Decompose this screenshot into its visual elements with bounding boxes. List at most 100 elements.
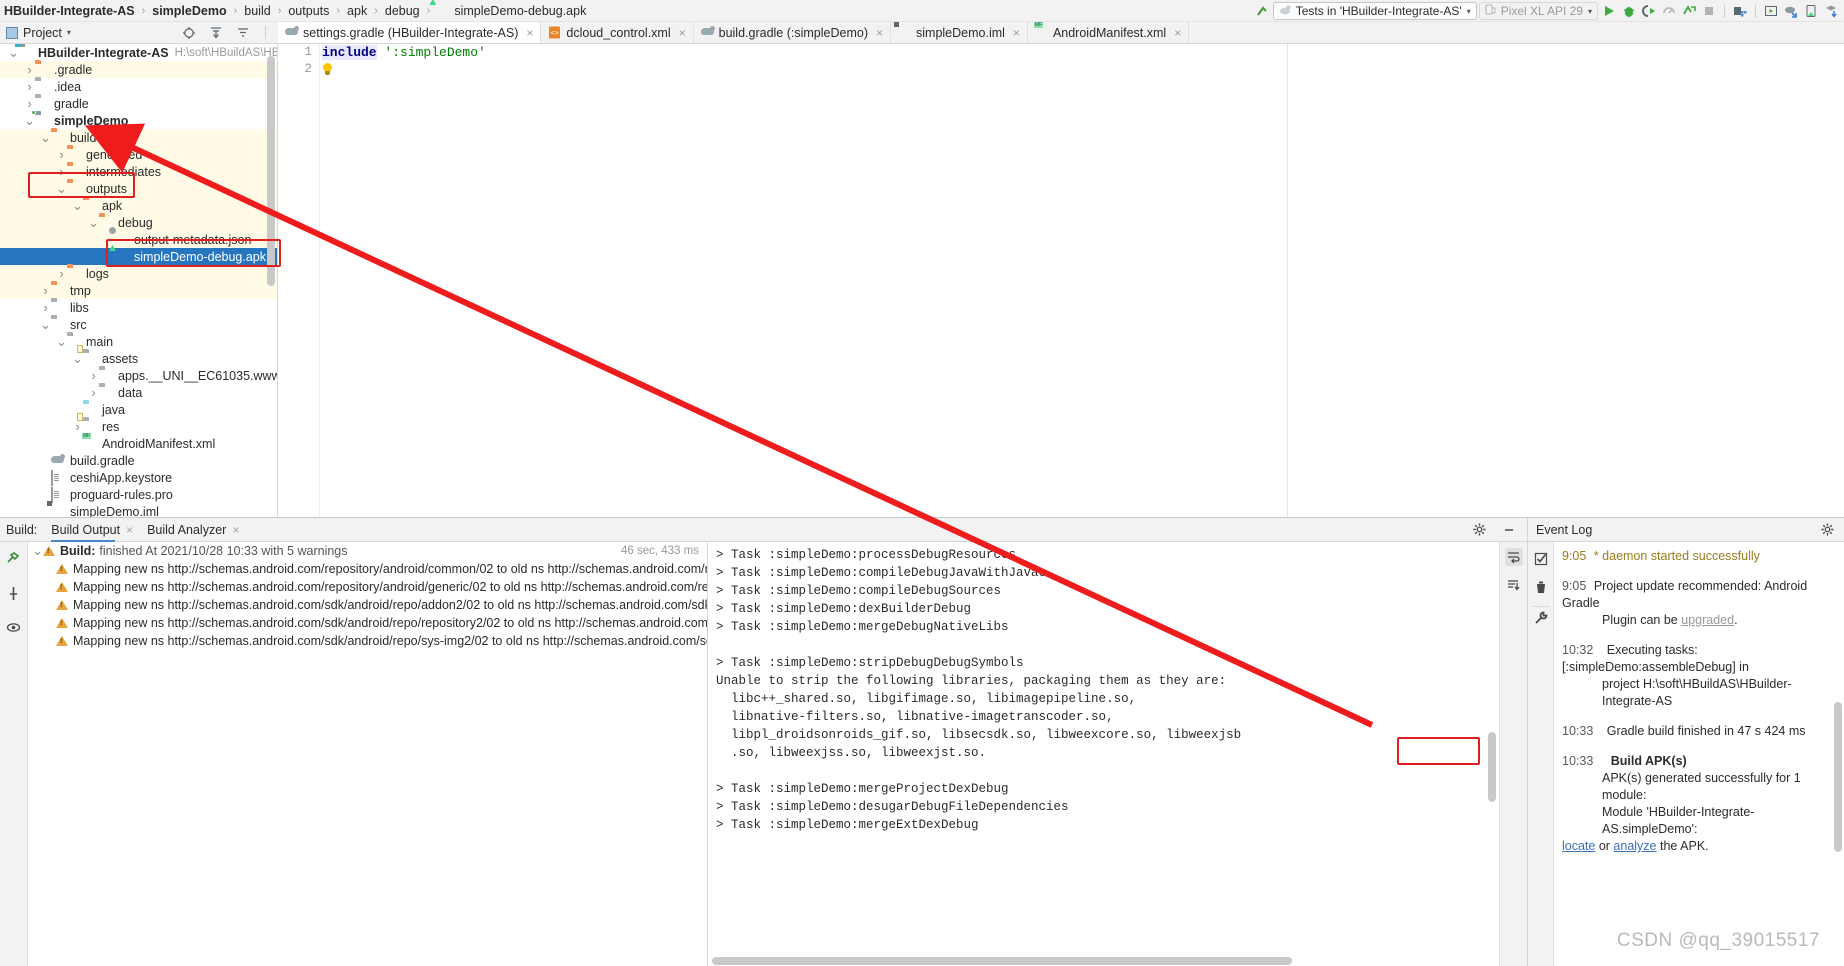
- tree-node-src[interactable]: ⌄ src: [0, 316, 277, 333]
- editor-tab-settings-gradle[interactable]: settings.gradle (HBuilder-Integrate-AS) …: [278, 22, 542, 43]
- build-warning-row[interactable]: Mapping new ns http://schemas.android.co…: [28, 596, 707, 614]
- tree-node-tmp[interactable]: › tmp: [0, 282, 277, 299]
- tree-node-logs[interactable]: › logs: [0, 265, 277, 282]
- device-file-explorer-icon[interactable]: [1802, 2, 1820, 20]
- pin-icon[interactable]: [5, 584, 23, 602]
- chevron-right-icon[interactable]: ›: [24, 96, 35, 111]
- chevron-down-icon[interactable]: ⌄: [40, 131, 51, 144]
- expand-all-icon[interactable]: [207, 24, 225, 42]
- sync-gradle-icon[interactable]: [1782, 2, 1800, 20]
- event-log-entries[interactable]: 9:05 * daemon started successfully 9:05 P…: [1554, 542, 1844, 966]
- intention-bulb-icon[interactable]: [322, 63, 333, 75]
- wrap-text-icon[interactable]: [1504, 548, 1523, 566]
- build-output-tree[interactable]: ⌄ Build:finished At 2021/10/28 10:33 with…: [28, 542, 708, 966]
- chevron-right-icon[interactable]: ›: [88, 385, 99, 400]
- tree-node-apk[interactable]: ⌄ apk: [0, 197, 277, 214]
- build-warning-row[interactable]: Mapping new ns http://schemas.android.co…: [28, 614, 707, 632]
- gear-icon[interactable]: [1470, 521, 1488, 539]
- editor-tab-dcloud-control-xml[interactable]: <> dcloud_control.xml ×: [541, 22, 694, 43]
- tree-node-debug[interactable]: ⌄ debug: [0, 214, 277, 231]
- up-arrow-icon[interactable]: [1253, 2, 1271, 20]
- code-editor[interactable]: 1 2 include ':simpleDemo': [278, 44, 1287, 517]
- close-icon[interactable]: ×: [1174, 26, 1181, 40]
- breadcrumb-item-4[interactable]: apk: [345, 4, 369, 18]
- editor-tab-simpledemo-iml[interactable]: simpleDemo.iml ×: [891, 22, 1028, 43]
- console-horizontal-scrollbar[interactable]: [712, 957, 1292, 965]
- settings-wrench-icon[interactable]: [1531, 606, 1550, 624]
- chevron-right-icon[interactable]: ›: [24, 62, 35, 77]
- project-tree[interactable]: ⌄ HBuilder-Integrate-AS H:\soft\HBuildAS\H…: [0, 44, 278, 517]
- tree-node-apps-uni-ec61035-www[interactable]: › apps.__UNI__EC61035.www: [0, 367, 277, 384]
- chevron-down-icon[interactable]: ⌄: [24, 114, 35, 127]
- sdk-manager-icon[interactable]: [1731, 2, 1749, 20]
- tree-node-generated[interactable]: › generated: [0, 146, 277, 163]
- chevron-down-icon[interactable]: ⌄: [72, 352, 83, 365]
- tree-vertical-scrollbar[interactable]: [267, 56, 275, 286]
- editor-tab-build-gradle[interactable]: build.gradle (:simpleDemo) ×: [694, 22, 892, 43]
- tree-node-assets[interactable]: ⌄ assets: [0, 345, 277, 367]
- tree-node-gradle[interactable]: › .gradle: [0, 61, 277, 78]
- collapse-all-icon[interactable]: [234, 24, 252, 42]
- run-configuration-selector[interactable]: Tests in 'HBuilder-Integrate-AS' ▾: [1272, 2, 1477, 20]
- editor-tab-androidmanifest-xml[interactable]: AndroidManifest.xml ×: [1028, 22, 1190, 43]
- tree-node-data[interactable]: › data: [0, 384, 277, 401]
- scroll-to-end-icon[interactable]: [1505, 576, 1523, 594]
- tree-node-simpledemo[interactable]: ⌄ simpleDemo: [0, 110, 277, 129]
- console-vertical-scrollbar[interactable]: [1488, 732, 1496, 802]
- chevron-right-icon[interactable]: ›: [40, 300, 51, 315]
- tree-node-build-gradle[interactable]: build.gradle: [0, 452, 277, 469]
- analyze-link[interactable]: analyze: [1613, 839, 1656, 853]
- breadcrumb-item-0[interactable]: HBuilder-Integrate-AS: [2, 4, 137, 18]
- project-toolwindow-selector[interactable]: Project ▾: [0, 26, 120, 40]
- tree-node-intermediates[interactable]: › intermediates: [0, 163, 277, 180]
- tree-node-java[interactable]: java: [0, 401, 277, 418]
- tree-node-simpledemo-iml[interactable]: simpleDemo.iml: [0, 503, 277, 518]
- tree-node-outputs[interactable]: ⌄ outputs: [0, 180, 277, 197]
- chevron-right-icon[interactable]: ›: [88, 368, 99, 383]
- breadcrumb-item-1[interactable]: simpleDemo: [150, 4, 228, 18]
- chevron-down-icon[interactable]: ⌄: [88, 216, 99, 229]
- profile-icon[interactable]: [1660, 2, 1678, 20]
- chevron-right-icon[interactable]: ›: [56, 147, 67, 162]
- breadcrumb-item-2[interactable]: build: [242, 4, 272, 18]
- build-warning-row[interactable]: Mapping new ns http://schemas.android.co…: [28, 578, 707, 596]
- gear-icon[interactable]: [1818, 521, 1836, 539]
- tree-node-idea[interactable]: › .idea: [0, 78, 277, 95]
- chevron-down-icon[interactable]: ⌄: [40, 318, 51, 331]
- chevron-right-icon[interactable]: ›: [56, 266, 67, 281]
- chevron-down-icon[interactable]: ⌄: [56, 182, 67, 195]
- tree-node-ceshiapp-keystore[interactable]: ceshiApp.keystore: [0, 469, 277, 486]
- tree-node-libs[interactable]: › libs: [0, 299, 277, 316]
- attach-debugger-icon[interactable]: [1680, 2, 1698, 20]
- run-icon[interactable]: [1600, 2, 1618, 20]
- locate-link[interactable]: locate: [1562, 839, 1595, 853]
- tree-node-main[interactable]: ⌄ main: [0, 333, 277, 350]
- close-icon[interactable]: ×: [876, 26, 883, 40]
- close-icon[interactable]: ×: [1013, 26, 1020, 40]
- editor-code-area[interactable]: include ':simpleDemo': [322, 44, 1287, 78]
- breadcrumb-item-5[interactable]: debug: [383, 4, 422, 18]
- chevron-right-icon[interactable]: ›: [40, 283, 51, 298]
- tab-build-analyzer[interactable]: Build Analyzer ×: [147, 518, 239, 542]
- tree-node-build[interactable]: ⌄ build: [0, 129, 277, 146]
- close-icon[interactable]: ×: [126, 523, 133, 537]
- debug-icon[interactable]: [1620, 2, 1638, 20]
- device-selector[interactable]: Pixel XL API 29 ▾: [1478, 2, 1598, 20]
- gradle-console-output[interactable]: > Task :simpleDemo:processDebugResources…: [708, 542, 1499, 966]
- breadcrumb-item-3[interactable]: outputs: [286, 4, 331, 18]
- chevron-down-icon[interactable]: ⌄: [8, 46, 19, 59]
- tree-node-hbuilder-integrate-as[interactable]: ⌄ HBuilder-Integrate-AS H:\soft\HBuildAS\H…: [0, 44, 277, 61]
- chevron-down-icon[interactable]: ⌄: [72, 199, 83, 212]
- tab-build-output[interactable]: Build Output ×: [51, 518, 133, 542]
- close-icon[interactable]: ×: [526, 26, 533, 40]
- tree-node-gradle[interactable]: › gradle: [0, 95, 277, 112]
- tree-node-simpledemo-debug-apk[interactable]: simpleDemo-debug.apk: [0, 248, 277, 265]
- trash-icon[interactable]: [1532, 578, 1550, 596]
- chevron-down-icon[interactable]: ⌄: [56, 335, 67, 348]
- avd-manager-icon[interactable]: [1762, 2, 1780, 20]
- tree-node-androidmanifest-xml[interactable]: AndroidManifest.xml: [0, 435, 277, 452]
- event-log-panel[interactable]: 9:05 * daemon started successfully 9:05 P…: [1527, 542, 1844, 966]
- locate-icon[interactable]: [180, 24, 198, 42]
- chevron-right-icon[interactable]: ›: [24, 79, 35, 94]
- tree-node-proguard-rules-pro[interactable]: proguard-rules.pro: [0, 486, 277, 503]
